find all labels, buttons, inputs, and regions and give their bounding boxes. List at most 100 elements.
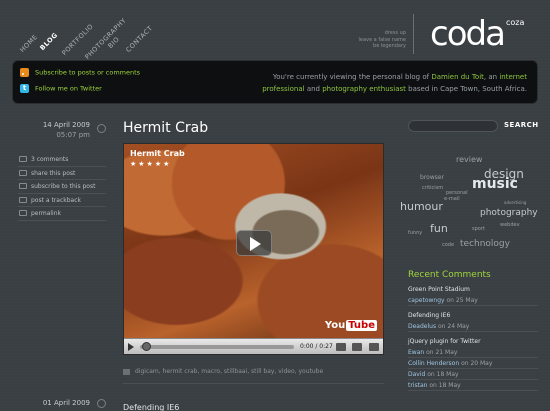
share-link[interactable]: share this post (18, 167, 106, 180)
comment-date: on 24 May (438, 323, 470, 330)
video-title[interactable]: Hermit Crab (130, 149, 185, 158)
recent-comment: Ewan on 21 May (408, 347, 538, 358)
comment-author[interactable]: Ewan (408, 349, 424, 356)
meta-label: permalink (31, 210, 61, 217)
next-post-date: 01 April 2009 (43, 398, 90, 408)
play-button[interactable] (236, 230, 272, 256)
size-icon[interactable] (352, 343, 362, 351)
comment-icon (19, 156, 27, 162)
recent-comment: Deadelus on 24 May (408, 321, 538, 332)
recent-comment: tristan on 18 May (408, 380, 538, 391)
fullscreen-icon[interactable] (369, 343, 379, 351)
comment-author[interactable]: capetowngy (408, 297, 445, 304)
meta-label: share this post (31, 169, 76, 177)
post-title[interactable]: Hermit Crab (123, 120, 208, 136)
logo-divider (413, 14, 414, 54)
post-tags: digicam, hermit crab, macro, stillbaai, … (123, 368, 323, 375)
author-link[interactable]: Damien du Toit (431, 73, 484, 81)
next-post-title[interactable]: Defending IE6 (123, 403, 179, 411)
subscribe-link[interactable]: Subscribe to posts or comments (20, 68, 140, 77)
cloud-tag[interactable]: advertising (504, 200, 526, 205)
twitter-icon: t (20, 84, 29, 93)
cloud-tag[interactable]: humour (400, 200, 443, 213)
rating-stars: ★★★★★ (130, 160, 172, 168)
post-date-text: 14 April 2009 (42, 121, 90, 129)
youtube-logo[interactable]: You Tube (325, 320, 377, 331)
comment-date: on 20 May (461, 360, 493, 367)
comments-link[interactable]: 3 comments (18, 153, 106, 167)
blurb-text: and (304, 85, 323, 93)
info-bar: Subscribe to posts or comments t Follow m… (12, 60, 538, 104)
seek-bar[interactable] (140, 345, 294, 349)
link-icon (19, 210, 27, 216)
cloud-tag[interactable]: webdev (500, 222, 520, 228)
comment-author[interactable]: David (408, 371, 425, 378)
site-logo[interactable]: coda coza (430, 14, 540, 54)
cloud-tag[interactable]: design (484, 167, 524, 181)
recent-post-title[interactable]: Green Point Stadium (408, 284, 538, 295)
permalink-link[interactable]: permalink (18, 207, 106, 221)
cloud-tag[interactable]: browser (420, 174, 444, 181)
cloud-tag[interactable]: funny (408, 230, 422, 236)
subscribe-label: Subscribe to posts or comments (35, 68, 141, 77)
tagline: dress up leave a false name be legendary (346, 30, 406, 50)
post-date: 14 April 2009 05:07 pm (43, 120, 90, 140)
cloud-tag[interactable]: sport (472, 226, 485, 232)
recent-comment: Collin Henderson on 20 May (408, 358, 538, 369)
nav-contact[interactable]: CONTACT (124, 24, 154, 54)
cloud-tag[interactable]: photography (480, 208, 538, 218)
search-form: SEARCH (408, 120, 538, 132)
comment-date: on 18 May (427, 371, 459, 378)
rss-icon (20, 68, 29, 77)
recent-comments-list: Green Point Stadium capetowngy on 25 May… (408, 284, 538, 391)
youtube-logo-a: You (324, 320, 346, 331)
clock-icon (97, 124, 106, 133)
volume-icon[interactable] (336, 343, 346, 351)
post-divider (123, 383, 384, 384)
play-icon[interactable] (128, 343, 134, 351)
cloud-tag[interactable]: code (442, 242, 454, 248)
recent-post-title[interactable]: jQuery plugin for Twitter (408, 336, 538, 347)
trackback-link[interactable]: post a trackback (18, 194, 106, 207)
youtube-logo-b: Tube (346, 320, 377, 331)
twitter-link[interactable]: t Follow me on Twitter (20, 84, 102, 93)
rss-icon (19, 183, 27, 189)
tag-icon (123, 368, 130, 375)
comment-author[interactable]: tristan (408, 382, 427, 389)
post-time: 05:07 pm (56, 131, 90, 139)
photography-link[interactable]: photography enthusiast (322, 85, 406, 93)
nav-blog[interactable]: BLOG (38, 31, 59, 52)
next-post-date-text: 01 April 2009 (42, 399, 90, 407)
recent-comment: capetowngy on 25 May (408, 295, 538, 306)
meta-label: 3 comments (31, 156, 69, 163)
recent-post-title[interactable]: Defending IE6 (408, 310, 538, 321)
site-blurb: You're currently viewing the personal bl… (257, 71, 527, 95)
comment-date: on 25 May (446, 297, 478, 304)
cloud-tag[interactable]: e-mail (444, 196, 460, 202)
comment-author[interactable]: Deadelus (408, 323, 436, 330)
search-input[interactable] (408, 120, 498, 132)
seek-handle[interactable] (142, 342, 151, 351)
cloud-tag[interactable]: criticism (422, 185, 443, 191)
nav-home[interactable]: HOME (18, 33, 39, 54)
cloud-tag[interactable]: fun (430, 222, 448, 235)
meta-label: post a trackback (31, 196, 81, 204)
subscribe-post-link[interactable]: subscribe to this post (18, 180, 106, 194)
comment-date: on 21 May (426, 349, 458, 356)
comment-date: on 18 May (429, 382, 461, 389)
search-button[interactable]: SEARCH (504, 121, 539, 129)
trackback-icon (19, 196, 27, 203)
cloud-tag[interactable]: review (456, 155, 482, 164)
recent-comments-heading: Recent Comments (408, 270, 491, 280)
recent-comment: David on 18 May (408, 369, 538, 380)
blurb-text: , an (483, 73, 500, 81)
video-player[interactable]: Hermit Crab ★★★★★ You Tube 0:00 / 0:27 (123, 143, 384, 355)
cloud-tag[interactable]: technology (460, 239, 510, 249)
video-time: 0:00 / 0:27 (300, 343, 333, 350)
blurb-text: You're currently viewing the personal bl… (272, 73, 432, 81)
tags-list[interactable]: digicam, hermit crab, macro, stillbaai, … (135, 368, 323, 375)
logo-sup: coza (506, 18, 525, 27)
comment-author[interactable]: Collin Henderson (408, 360, 459, 367)
main-nav: HOME BLOG PORTFOLIO PHOTOGRAPHY BIO CONT… (18, 0, 192, 61)
tagline-line: be legendary (373, 43, 406, 49)
